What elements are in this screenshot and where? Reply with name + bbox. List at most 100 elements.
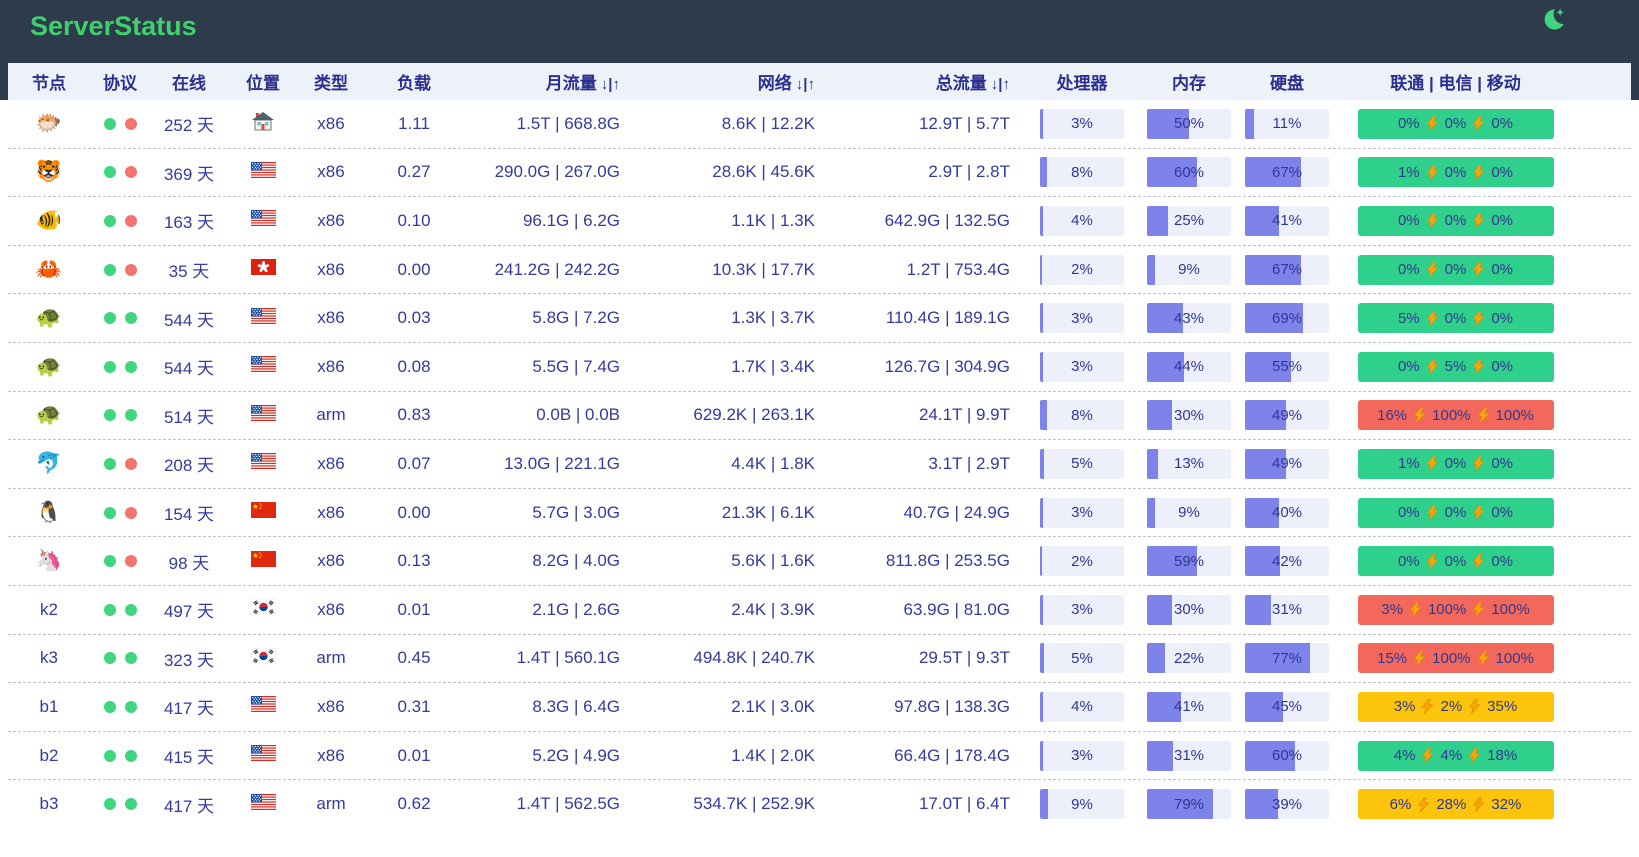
cpu-bar-label: 5% [1040,449,1124,479]
server-row[interactable]: 🐢544 天x860.035.8G | 7.2G1.3K | 3.7K110.4… [8,293,1631,342]
unicom-loss-value: 3% [1381,601,1403,618]
server-row[interactable]: 🦀35 天x860.00241.2G | 242.2G10.3K | 17.7K… [8,245,1631,294]
unicom-loss-value: 4% [1394,747,1416,764]
cpu-bar-label: 8% [1040,157,1124,187]
mobile-loss-value: 0% [1491,553,1513,570]
total-traffic: 66.4G | 178.4G [894,746,1010,765]
lightning-icon [1478,408,1489,423]
col-node: 节点 [8,69,90,94]
disk-bar-label: 31% [1245,595,1329,625]
load-value: 0.31 [397,697,430,716]
lightning-icon [1473,554,1484,569]
mobile-loss-value: 0% [1491,212,1513,229]
server-row[interactable]: 🐠163 天x860.1096.1G | 6.2G1.1K | 1.3K642.… [8,196,1631,245]
sort-indicator-icon[interactable]: ↓|↑ [991,76,1010,93]
col-isp: 联通 | 电信 | 移动 [1336,69,1631,94]
sort-indicator-icon[interactable]: ↓|↑ [601,76,620,93]
memory-bar-label: 50% [1147,109,1231,139]
uptime-value: 497 天 [164,602,214,621]
sort-indicator-icon[interactable]: ↓|↑ [796,76,815,93]
node-icon: k3 [40,648,58,667]
disk-bar-label: 69% [1245,303,1329,333]
ipv4-status-dot [104,555,116,567]
disk-bar: 11% [1245,109,1329,139]
memory-bar-label: 9% [1147,255,1231,285]
node-icon: b3 [40,794,59,813]
cpu-bar-label: 3% [1040,109,1124,139]
cpu-bar-label: 2% [1040,546,1124,576]
server-row[interactable]: b1417 天x860.318.3G | 6.4G2.1K | 3.0K97.8… [8,682,1631,731]
server-row[interactable]: b3417 天arm0.621.4T | 562.5G534.7K | 252.… [8,779,1631,828]
column-label: 硬盘 [1270,74,1304,93]
uptime-value: 369 天 [164,165,214,184]
server-row[interactable]: 🐢544 天x860.085.5G | 7.4G1.7K | 3.4K126.7… [8,342,1631,391]
load-value: 0.03 [397,308,430,327]
memory-bar: 44% [1147,352,1231,382]
arch-type: x86 [317,600,344,619]
telecom-loss-value: 0% [1445,164,1467,181]
telecom-loss-value: 0% [1445,504,1467,521]
col-monthly-traffic[interactable]: 月流量↓|↑ [464,69,634,94]
dark-mode-toggle[interactable] [1539,7,1567,35]
server-row[interactable]: 🐢514 天arm0.830.0B | 0.0B629.2K | 263.1K2… [8,391,1631,440]
cpu-bar-label: 3% [1040,741,1124,771]
server-row[interactable]: b2415 天x860.015.2G | 4.9G1.4K | 2.0K66.4… [8,731,1631,780]
protocol-cell [90,118,150,130]
unicom-loss-value: 3% [1394,698,1416,715]
total-traffic: 12.9T | 5.7T [919,114,1010,133]
load-value: 1.11 [398,114,430,133]
col-network[interactable]: 网络↓|↑ [634,69,829,94]
total-traffic: 3.1T | 2.9T [928,454,1010,473]
server-row[interactable]: 🦄98 天x860.138.2G | 4.0G5.6K | 1.6K811.8G… [8,536,1631,585]
server-row[interactable]: 🐧154 天x860.005.7G | 3.0G21.3K | 6.1K40.7… [8,488,1631,537]
lightning-icon [1427,165,1438,180]
telecom-loss-value: 0% [1445,455,1467,472]
total-traffic: 63.9G | 81.0G [904,600,1010,619]
col-total-traffic[interactable]: 总流量↓|↑ [829,69,1024,94]
monthly-traffic: 13.0G | 221.1G [504,454,620,473]
server-table: 节点协议在线位置类型负载月流量↓|↑网络↓|↑总流量↓|↑处理器内存硬盘联通 |… [8,63,1631,857]
node-icon: 🐬 [36,452,62,475]
ipv4-status-dot [104,166,116,178]
monthly-traffic: 1.4T | 560.1G [517,648,620,667]
server-row[interactable]: k3323 天arm0.451.4T | 560.1G494.8K | 240.… [8,634,1631,683]
memory-bar-label: 41% [1147,692,1231,722]
network-speed: 494.8K | 240.7K [693,648,815,667]
server-row[interactable]: 🐡252 天x861.111.5T | 668.8G8.6K | 12.2K12… [8,100,1631,148]
load-value: 0.08 [397,357,430,376]
disk-bar: 49% [1245,449,1329,479]
col-load: 负载 [364,69,464,94]
ipv4-status-dot [104,458,116,470]
protocol-cell [90,361,150,373]
lightning-icon [1473,797,1484,812]
uptime-value: 544 天 [164,359,214,378]
mobile-loss-value: 32% [1491,796,1521,813]
memory-bar-label: 79% [1147,789,1231,819]
ipv6-status-dot [125,652,137,664]
server-row[interactable]: 🐬208 天x860.0713.0G | 221.1G4.4K | 1.8K3.… [8,439,1631,488]
mobile-loss-value: 0% [1491,261,1513,278]
server-row[interactable]: 🐯369 天x860.27290.0G | 267.0G28.6K | 45.6… [8,148,1631,197]
isp-latency-pill: 0%0%0% [1358,255,1554,285]
cpu-bar: 3% [1040,741,1124,771]
uptime-value: 415 天 [164,748,214,767]
uptime-value: 163 天 [164,213,214,232]
lightning-icon [1410,602,1421,617]
cpu-bar-label: 5% [1040,643,1124,673]
unicom-loss-value: 0% [1398,553,1420,570]
arch-type: x86 [317,357,344,376]
disk-bar: 40% [1245,498,1329,528]
memory-bar-label: 60% [1147,157,1231,187]
unicom-loss-value: 0% [1398,261,1420,278]
cpu-bar-label: 2% [1040,255,1124,285]
mobile-loss-value: 100% [1491,601,1529,618]
node-icon: b1 [40,697,59,716]
table-body: 🐡252 天x861.111.5T | 668.8G8.6K | 12.2K12… [8,100,1631,828]
ipv6-status-dot [125,701,137,713]
load-value: 0.13 [397,551,430,570]
cpu-bar-label: 3% [1040,303,1124,333]
node-icon: b2 [40,746,59,765]
memory-bar: 59% [1147,546,1231,576]
memory-bar: 30% [1147,400,1231,430]
server-row[interactable]: k2497 天x860.012.1G | 2.6G2.4K | 3.9K63.9… [8,585,1631,634]
